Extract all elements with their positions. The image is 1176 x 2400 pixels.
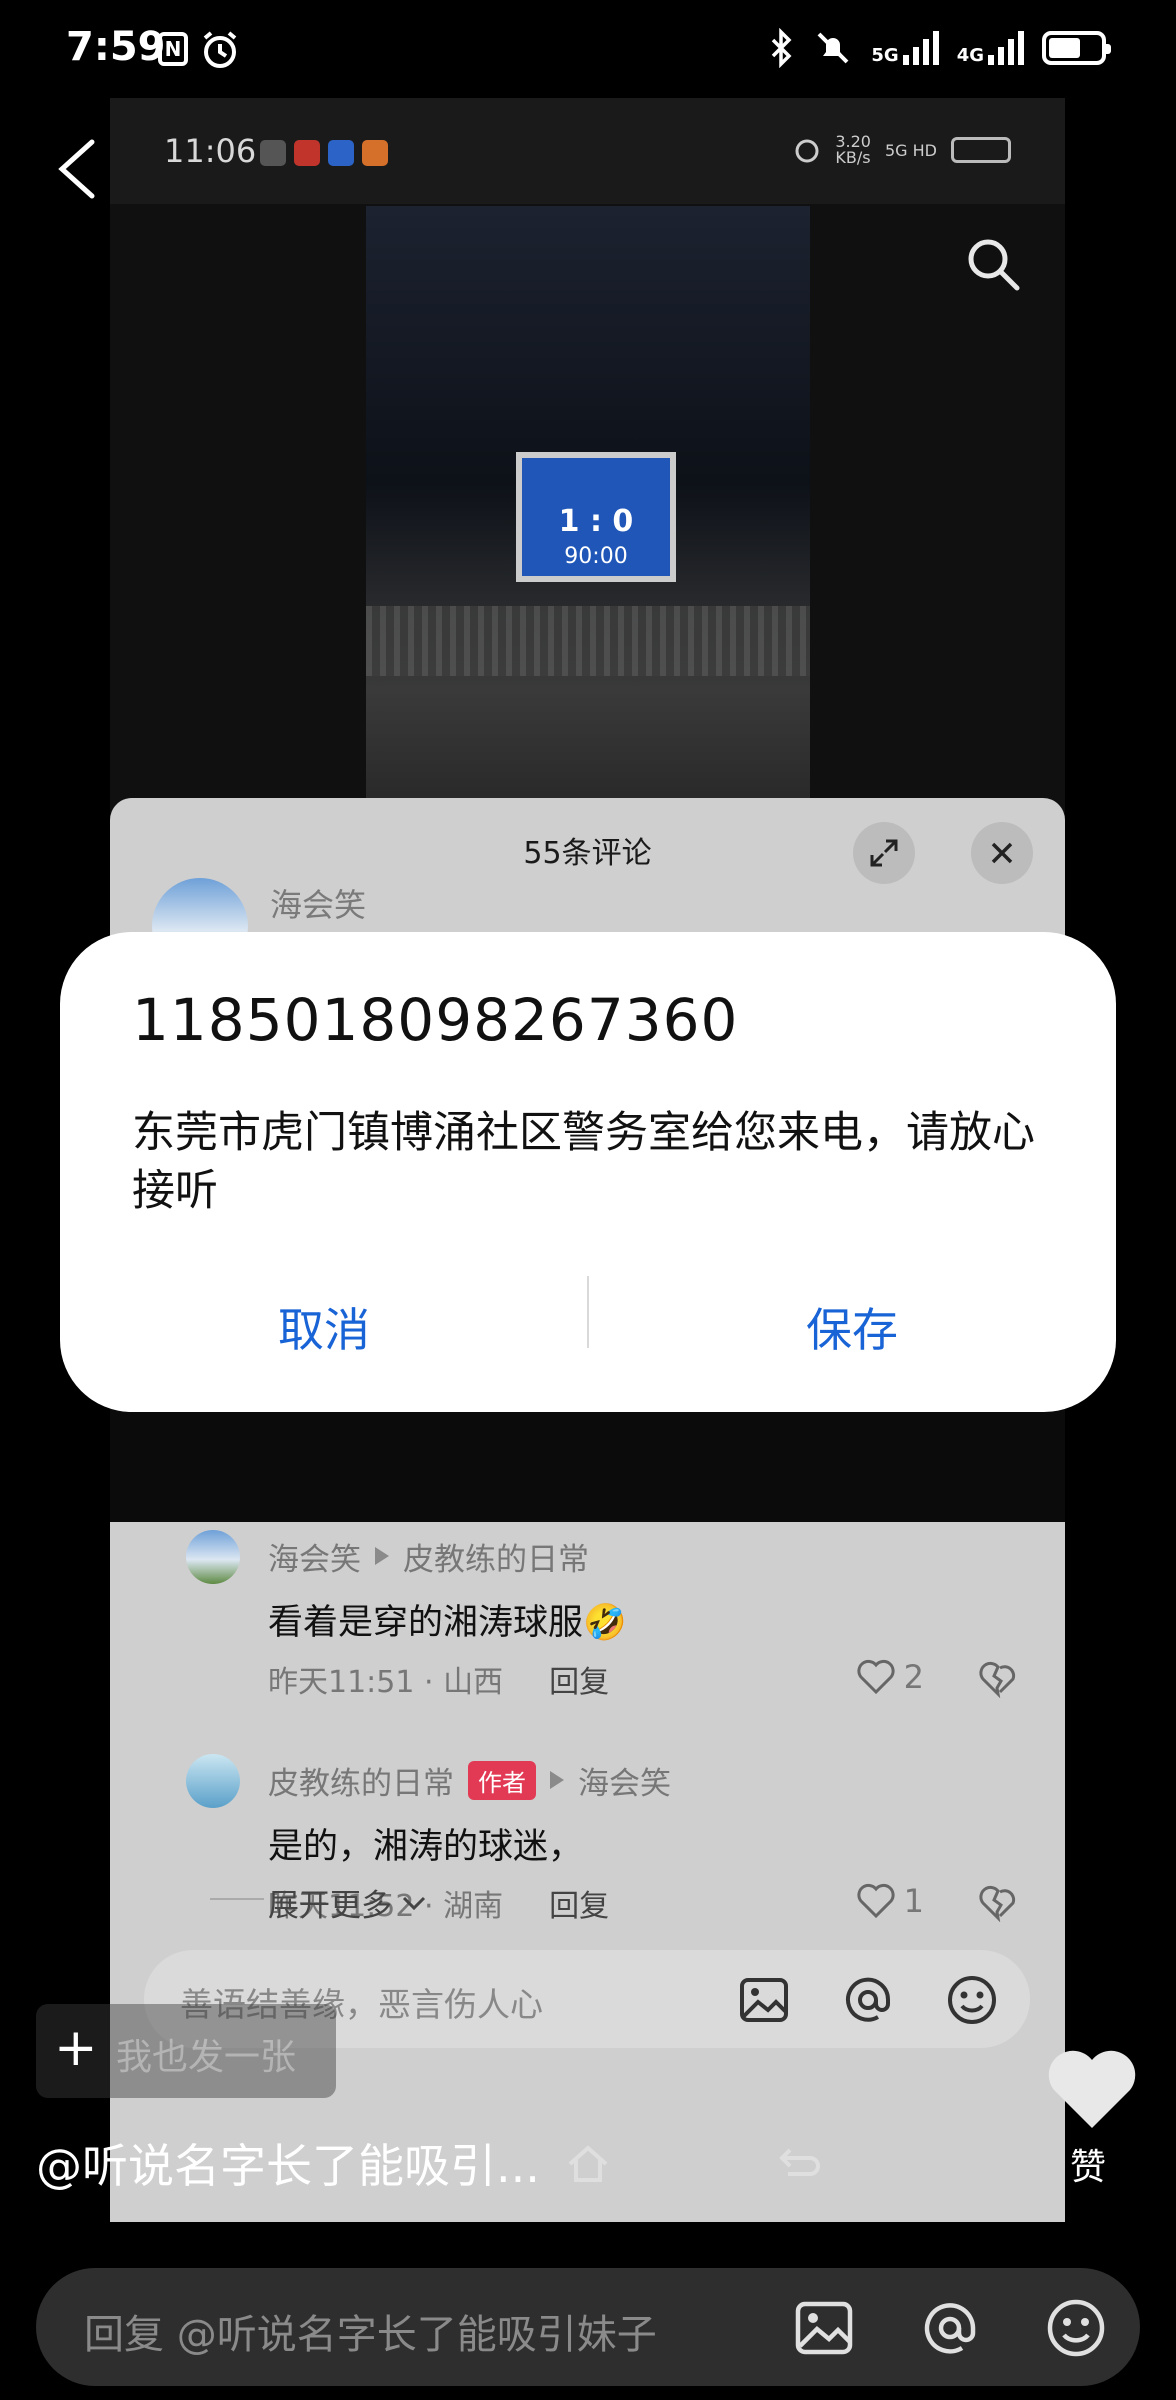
nfc-icon: N [158,32,188,66]
post-photo-label: 我也发一张 [116,2037,297,2078]
divider [210,1898,264,1900]
signal-4g-icon [988,31,1024,65]
app-icon-blue [328,140,354,166]
video-frame: 1 : 0 90:00 [366,206,810,896]
expand-icon [870,839,898,867]
heart-outline-icon [857,1883,895,1919]
expand-more-label: 展开更多 [268,1888,392,1924]
inner-net-tag: 5G HD [884,140,937,160]
net-label-4g: 4G [956,45,984,66]
at-mention-icon[interactable] [918,2296,982,2360]
reply-text: 是的，湘涛的球迷， [268,1827,584,1867]
back-nav-icon [779,2148,820,2176]
reply-input-placeholder: 回复 @听说名字长了能吸引妹子 [84,2312,657,2358]
back-chevron-icon[interactable] [52,136,98,202]
scoreboard-score: 1 : 0 [558,504,634,539]
mute-bell-icon [817,32,849,64]
inner-status-bar: 11:06 3.20 KB/s 5G HD [110,98,1065,204]
reply-button[interactable]: 回复 [549,1657,609,1701]
image-icon[interactable] [792,2296,856,2360]
inner-net-speed: 3.20 KB/s [835,132,871,167]
signal-5g-icon [902,31,939,65]
inner-battery-icon [951,137,1011,163]
status-time: 7:59 [66,24,166,70]
top-comment-username[interactable]: 海会笑 [270,880,366,926]
like-count: 1 [903,1882,924,1920]
emoji-icon[interactable] [1044,2296,1108,2360]
cancel-button[interactable]: 取消 [60,1272,588,1382]
app-icon-red [294,140,320,166]
alarm-icon [203,31,237,68]
stadium-scoreboard: 1 : 0 90:00 [516,452,676,582]
reply-username[interactable]: 皮教练的日常 [268,1758,454,1803]
bluetooth-icon [772,28,792,68]
reply-to-username[interactable]: 皮教练的日常 [403,1534,589,1579]
expand-more-button[interactable]: 展开更多 [268,1880,428,1925]
reply-text: 看着是穿的湘涛球服🤣 [268,1603,627,1643]
reply-input[interactable]: 回复 @听说名字长了能吸引妹子 [36,2268,1140,2386]
author-badge: 作者 [468,1760,536,1800]
like-label: 赞 [1070,2147,1107,2188]
expand-sheet-button[interactable] [853,822,915,884]
broken-heart-icon[interactable] [978,1660,1018,1698]
broken-heart-icon[interactable] [978,1884,1018,1922]
emoji-icon[interactable] [944,1972,1000,2028]
stadium-stands [366,606,810,676]
net-label-5g: 5G [871,45,899,66]
post-photo-button[interactable]: + 我也发一张 [36,2004,336,2098]
home-nav-icon [568,2145,608,2182]
caller-number: 1185018098267360 [132,986,739,1054]
post-caption[interactable]: @听说名字长了能吸引... [36,2130,540,2196]
reply-time-location: 昨天11:51 · 山西 [268,1665,504,1700]
like-heart-icon[interactable] [1046,2046,1138,2132]
close-sheet-button[interactable] [971,822,1033,884]
like-button[interactable]: 2 [856,1658,924,1696]
battery-icon [1042,31,1111,65]
like-count: 2 [903,1658,924,1696]
reply-username[interactable]: 海会笑 [268,1534,361,1579]
inner-status-time: 11:06 [164,132,257,170]
heart-outline-icon [857,1659,895,1695]
like-button[interactable]: 1 [856,1882,924,1920]
save-button[interactable]: 保存 [588,1272,1116,1382]
reply-arrow-icon [375,1547,389,1565]
caller-message: 东莞市虎门镇博涌社区警务室给您来电，请放心接听 [132,1108,1035,1216]
chevron-down-icon [402,1896,426,1910]
reply-button[interactable]: 回复 [549,1881,609,1925]
taobao-icon [362,140,388,166]
reply-to-username[interactable]: 海会笑 [578,1758,671,1803]
close-icon [991,842,1013,864]
image-icon[interactable] [736,1972,792,2028]
inner-app-icons [260,140,388,166]
scoreboard-time: 90:00 [564,544,628,569]
search-icon[interactable] [963,234,1023,294]
caller-id-dialog: 1185018098267360 东莞市虎门镇博涌社区警务室给您来电，请放心接听… [60,932,1116,1412]
inner-nav-bar [110,1398,1065,1522]
comment-count-title: 55条评论 [523,836,652,871]
reply-avatar[interactable] [186,1530,240,1584]
reply-avatar[interactable] [186,1754,240,1808]
wechat-icon [260,140,286,166]
plus-icon: + [54,2018,98,2078]
status-bar: 7:59 N 5G 4G [0,0,1176,100]
reply-item: 海会笑 皮教练的日常 看着是穿的湘涛球服🤣 昨天11:51 · 山西 回复 2 [186,1530,1028,1704]
inner-alarm-icon [795,139,819,163]
reply-arrow-icon [550,1771,564,1789]
at-mention-icon[interactable] [840,1972,896,2028]
